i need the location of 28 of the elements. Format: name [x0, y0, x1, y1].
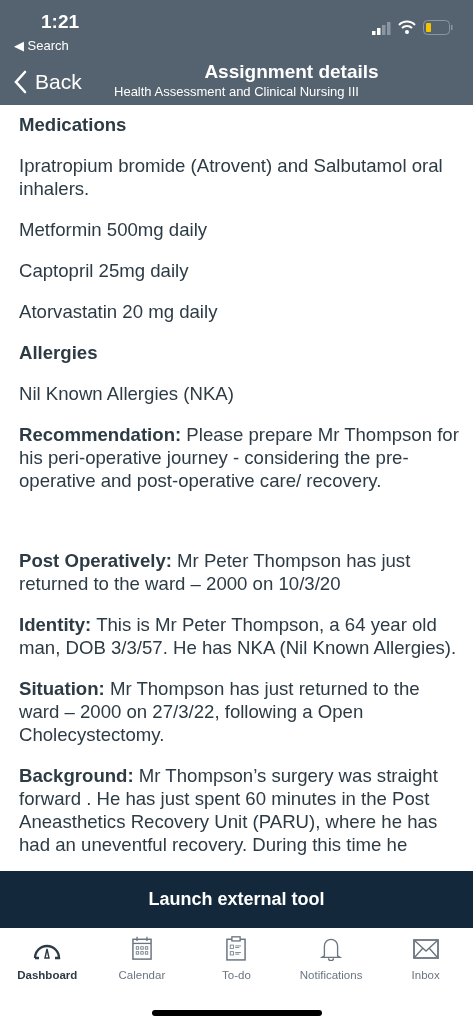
- back-button[interactable]: Back: [14, 66, 82, 98]
- back-to-app-link[interactable]: ◀ Search: [14, 36, 69, 56]
- body-paragraph: Atorvastatin 20 mg daily: [19, 300, 219, 323]
- body-paragraph: Ipratropium bromide (Atrovent) and Salbutamol oral inhalers.: [19, 154, 444, 200]
- signal-icon: [372, 22, 392, 35]
- body-paragraph: Identity: This is Mr Peter Thompson, a 64 year old man, DOB 3/3/57. He has NKA (Nil Known Allergies).: [19, 613, 458, 659]
- body-paragraph: Post Operatively: Mr Peter Thompson has just returned to the ward – 2000 on 10/3/20: [19, 549, 412, 595]
- body-paragraph: Situation: Mr Thompson has just returned to the ward – 2000 on 27/3/22, following a Open Cholecystectomy.: [19, 677, 421, 746]
- body-paragraph: Metformin 500mg daily: [19, 218, 209, 241]
- status-time: 1:21: [41, 10, 80, 34]
- battery-icon: [423, 20, 453, 35]
- body-paragraph: Nil Known Allergies (NKA): [19, 382, 235, 405]
- page-title: Assignment details: [203, 60, 379, 84]
- tab-bar-item[interactable]: Dashboard: [0, 936, 95, 984]
- section-heading: Medications: [19, 113, 128, 136]
- launch-external-tool-button[interactable]: Launch external tool: [0, 871, 473, 928]
- tab-bar-item[interactable]: Inbox: [378, 936, 473, 984]
- section-heading: Allergies: [19, 341, 99, 364]
- body-paragraph: Recommendation: Please prepare Mr Thompson for his peri-operative journey - considering the pre-operative and post-operative care/ recovery.: [19, 423, 460, 492]
- tab-bar-item[interactable]: Calendar: [94, 936, 190, 984]
- page-subtitle: Health Assessment and Clinical Nursing III: [114, 84, 359, 100]
- tab-bar-item[interactable]: Notifications: [283, 936, 379, 984]
- envelope-icon: [411, 936, 440, 961]
- tab-bar-item[interactable]: To-do: [189, 936, 284, 984]
- body-paragraph: Captopril 25mg daily: [19, 259, 190, 282]
- chevron-left-icon: [14, 69, 27, 94]
- wifi-icon: [398, 20, 416, 34]
- body-paragraph: Background: Mr Thompson’s surgery was straight forward . He has just spent 60 minutes in the Post Aneasthetics Recovery Unit (PARU), where he has had an uneventful recovery. During this time he: [19, 764, 439, 856]
